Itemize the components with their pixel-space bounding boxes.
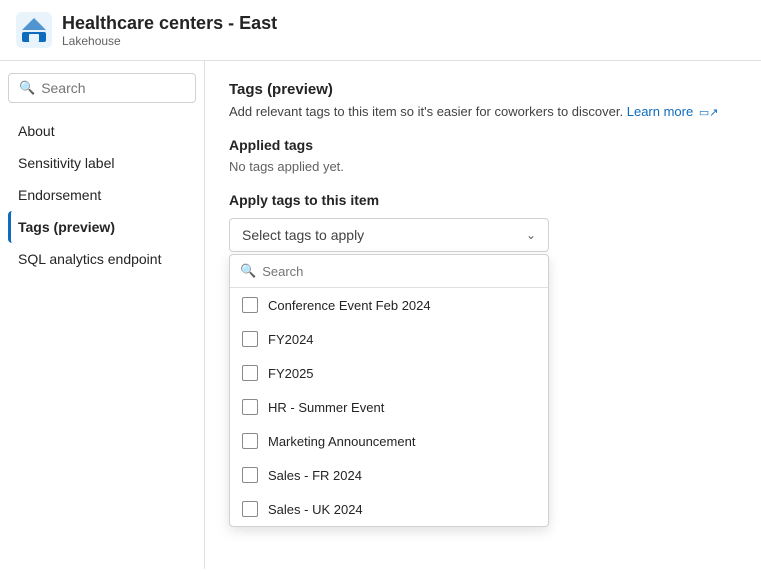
apply-tags-label: Apply tags to this item [229,192,737,208]
sidebar-item-about[interactable]: About [8,115,196,147]
tag-label-marketing-announcement: Marketing Announcement [268,434,415,449]
applied-tags-label: Applied tags [229,137,737,153]
header-text: Healthcare centers - East Lakehouse [62,13,277,48]
sidebar-item-tags-preview[interactable]: Tags (preview) [8,211,196,243]
sidebar: 🔍 About Sensitivity label Endorsement Ta… [0,61,205,569]
tag-label-fy2025: FY2025 [268,366,314,381]
tag-option-conference-event[interactable]: Conference Event Feb 2024 [230,288,548,322]
dropdown-search-box[interactable]: 🔍 [230,255,548,288]
tag-option-fy2025[interactable]: FY2025 [230,356,548,390]
checkbox-fy2025[interactable] [242,365,258,381]
dropdown-placeholder-text: Select tags to apply [242,227,364,243]
tags-dropdown-trigger[interactable]: Select tags to apply ⌄ [229,218,549,252]
tags-dropdown-container: Select tags to apply ⌄ 🔍 Conference Even… [229,218,549,252]
tag-label-fy2024: FY2024 [268,332,314,347]
sidebar-item-sensitivity-label[interactable]: Sensitivity label [8,147,196,179]
checkbox-conference-event[interactable] [242,297,258,313]
chevron-down-icon: ⌄ [526,228,536,242]
page-title: Healthcare centers - East [62,13,277,34]
checkbox-sales-uk-2024[interactable] [242,501,258,517]
tag-options-list: Conference Event Feb 2024 FY2024 FY2025 … [230,288,548,526]
dropdown-search-icon: 🔍 [240,263,256,279]
main-content: Tags (preview) Add relevant tags to this… [205,61,761,569]
description-text: Add relevant tags to this item so it's e… [229,104,737,119]
tag-option-hr-summer-event[interactable]: HR - Summer Event [230,390,548,424]
sidebar-item-endorsement[interactable]: Endorsement [8,179,196,211]
checkbox-sales-fr-2024[interactable] [242,467,258,483]
page-header: Healthcare centers - East Lakehouse [0,0,761,61]
lakehouse-icon [16,12,52,48]
section-title: Tags (preview) [229,81,737,98]
tag-label-conference-event: Conference Event Feb 2024 [268,298,431,313]
sidebar-item-sql-analytics-endpoint[interactable]: SQL analytics endpoint [8,243,196,275]
learn-more-link[interactable]: Learn more [627,104,693,119]
tag-option-sales-fr-2024[interactable]: Sales - FR 2024 [230,458,548,492]
tag-label-sales-uk-2024: Sales - UK 2024 [268,502,363,517]
tag-label-sales-fr-2024: Sales - FR 2024 [268,468,362,483]
checkbox-hr-summer-event[interactable] [242,399,258,415]
tags-dropdown-panel: 🔍 Conference Event Feb 2024 FY2024 FY202 [229,254,549,527]
tag-option-sales-uk-2024[interactable]: Sales - UK 2024 [230,492,548,526]
tag-option-fy2024[interactable]: FY2024 [230,322,548,356]
checkbox-marketing-announcement[interactable] [242,433,258,449]
no-tags-text: No tags applied yet. [229,159,737,174]
page-subtitle: Lakehouse [62,34,277,48]
search-icon: 🔍 [19,80,35,96]
sidebar-search-box[interactable]: 🔍 [8,73,196,103]
checkbox-fy2024[interactable] [242,331,258,347]
dropdown-search-input[interactable] [262,264,538,279]
sidebar-search-input[interactable] [41,80,185,96]
tag-label-hr-summer-event: HR - Summer Event [268,400,384,415]
external-link-icon: ▭↗ [699,107,719,119]
tag-option-marketing-announcement[interactable]: Marketing Announcement [230,424,548,458]
